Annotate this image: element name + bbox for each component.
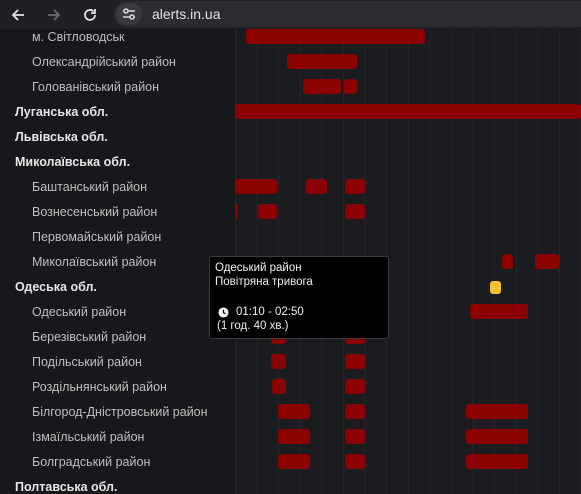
region-row: Подільський район xyxy=(0,350,581,375)
alert-bar[interactable] xyxy=(278,454,310,469)
back-button[interactable] xyxy=(0,0,36,29)
district-label[interactable]: Вознесенський район xyxy=(32,200,157,225)
district-label[interactable]: Миколаївський район xyxy=(32,250,156,275)
clock-icon xyxy=(218,307,229,318)
district-label[interactable]: Баштанський район xyxy=(32,175,147,200)
region-row: Львівська обл. xyxy=(0,125,581,150)
alert-bar[interactable] xyxy=(345,379,365,394)
alert-bar[interactable] xyxy=(271,354,286,369)
alert-bar[interactable] xyxy=(287,54,357,69)
region-row: Ізмаїльський район xyxy=(0,425,581,450)
oblast-label[interactable]: Полтавська обл. xyxy=(15,475,117,494)
region-row: Вознесенський район xyxy=(0,200,581,225)
region-row: Полтавська обл. xyxy=(0,475,581,494)
tune-icon xyxy=(123,8,135,20)
site-info-button[interactable] xyxy=(116,3,142,25)
alert-bar[interactable] xyxy=(345,354,365,369)
region-row: Луганська обл. xyxy=(0,100,581,125)
alert-bar[interactable] xyxy=(345,454,365,469)
district-label[interactable]: м. Світловодськ xyxy=(32,29,125,50)
tooltip-alert-type: Повітряна тривога xyxy=(215,276,313,288)
oblast-label[interactable]: Львівська обл. xyxy=(15,125,108,150)
forward-button[interactable] xyxy=(36,0,72,29)
reload-icon xyxy=(84,8,96,21)
district-label[interactable]: Болградський район xyxy=(32,450,150,475)
alert-bar[interactable] xyxy=(466,429,528,444)
alert-bar[interactable] xyxy=(535,254,559,269)
region-row: Білгород-Дністровський район xyxy=(0,400,581,425)
district-label[interactable]: Голованівський район xyxy=(32,75,159,100)
alert-bar[interactable] xyxy=(235,179,277,194)
alert-tooltip: Одеський район Повітряна тривога 01:10 -… xyxy=(209,256,389,339)
district-label[interactable]: Ізмаїльський район xyxy=(32,425,144,450)
reload-button[interactable] xyxy=(72,0,108,29)
alert-bar[interactable] xyxy=(345,179,365,194)
browser-toolbar: alerts.in.ua xyxy=(0,0,581,29)
alert-bar[interactable] xyxy=(258,204,277,219)
alert-bar[interactable] xyxy=(466,454,528,469)
alert-bar[interactable] xyxy=(345,204,365,219)
district-label[interactable]: Білгород-Дністровський район xyxy=(32,400,208,425)
url-text[interactable]: alerts.in.ua xyxy=(152,6,220,22)
region-row: Первомайський район xyxy=(0,225,581,250)
district-label[interactable]: Одеський район xyxy=(32,300,126,325)
alert-bar[interactable] xyxy=(235,204,238,219)
region-row: м. Світловодськ xyxy=(0,29,581,50)
oblast-label[interactable]: Одеська обл. xyxy=(15,275,97,300)
alert-bar[interactable] xyxy=(246,29,425,44)
alert-bar[interactable] xyxy=(278,429,310,444)
region-row: Болградський район xyxy=(0,450,581,475)
tooltip-duration: (1 год. 40 хв.) xyxy=(217,320,289,332)
partial-alert-marker[interactable] xyxy=(490,281,501,294)
alert-bar[interactable] xyxy=(235,104,581,119)
region-row: Баштанський район xyxy=(0,175,581,200)
arrow-right-icon xyxy=(48,8,61,21)
alert-bar[interactable] xyxy=(344,79,357,94)
alert-bar[interactable] xyxy=(306,179,327,194)
tooltip-time-range: 01:10 - 02:50 xyxy=(236,306,304,318)
district-label[interactable]: Березівський район xyxy=(32,325,146,350)
arrow-left-icon xyxy=(11,8,24,21)
alert-bar[interactable] xyxy=(502,254,513,269)
address-bar[interactable]: alerts.in.ua xyxy=(114,1,581,27)
region-row: Роздільнянський район xyxy=(0,375,581,400)
district-label[interactable]: Первомайський район xyxy=(32,225,161,250)
district-label[interactable]: Олександрійський район xyxy=(32,50,176,75)
region-row: Голованівський район xyxy=(0,75,581,100)
region-row: Олександрійський район xyxy=(0,50,581,75)
alert-bar[interactable] xyxy=(466,404,528,419)
region-row: Миколаївська обл. xyxy=(0,150,581,175)
alert-bar[interactable] xyxy=(345,404,365,419)
tooltip-region: Одеський район xyxy=(215,262,302,274)
district-label[interactable]: Роздільнянський район xyxy=(32,375,167,400)
alert-bar[interactable] xyxy=(345,429,365,444)
oblast-label[interactable]: Миколаївська обл. xyxy=(15,150,130,175)
alert-bar[interactable] xyxy=(278,404,310,419)
oblast-label[interactable]: Луганська обл. xyxy=(15,100,108,125)
district-label[interactable]: Подільський район xyxy=(32,350,142,375)
alerts-timeline: м. Світловодськ Олександрійський район Гол… xyxy=(0,29,581,494)
alert-bar[interactable] xyxy=(470,304,528,319)
alert-bar[interactable] xyxy=(303,79,341,94)
alert-bar[interactable] xyxy=(272,379,286,394)
